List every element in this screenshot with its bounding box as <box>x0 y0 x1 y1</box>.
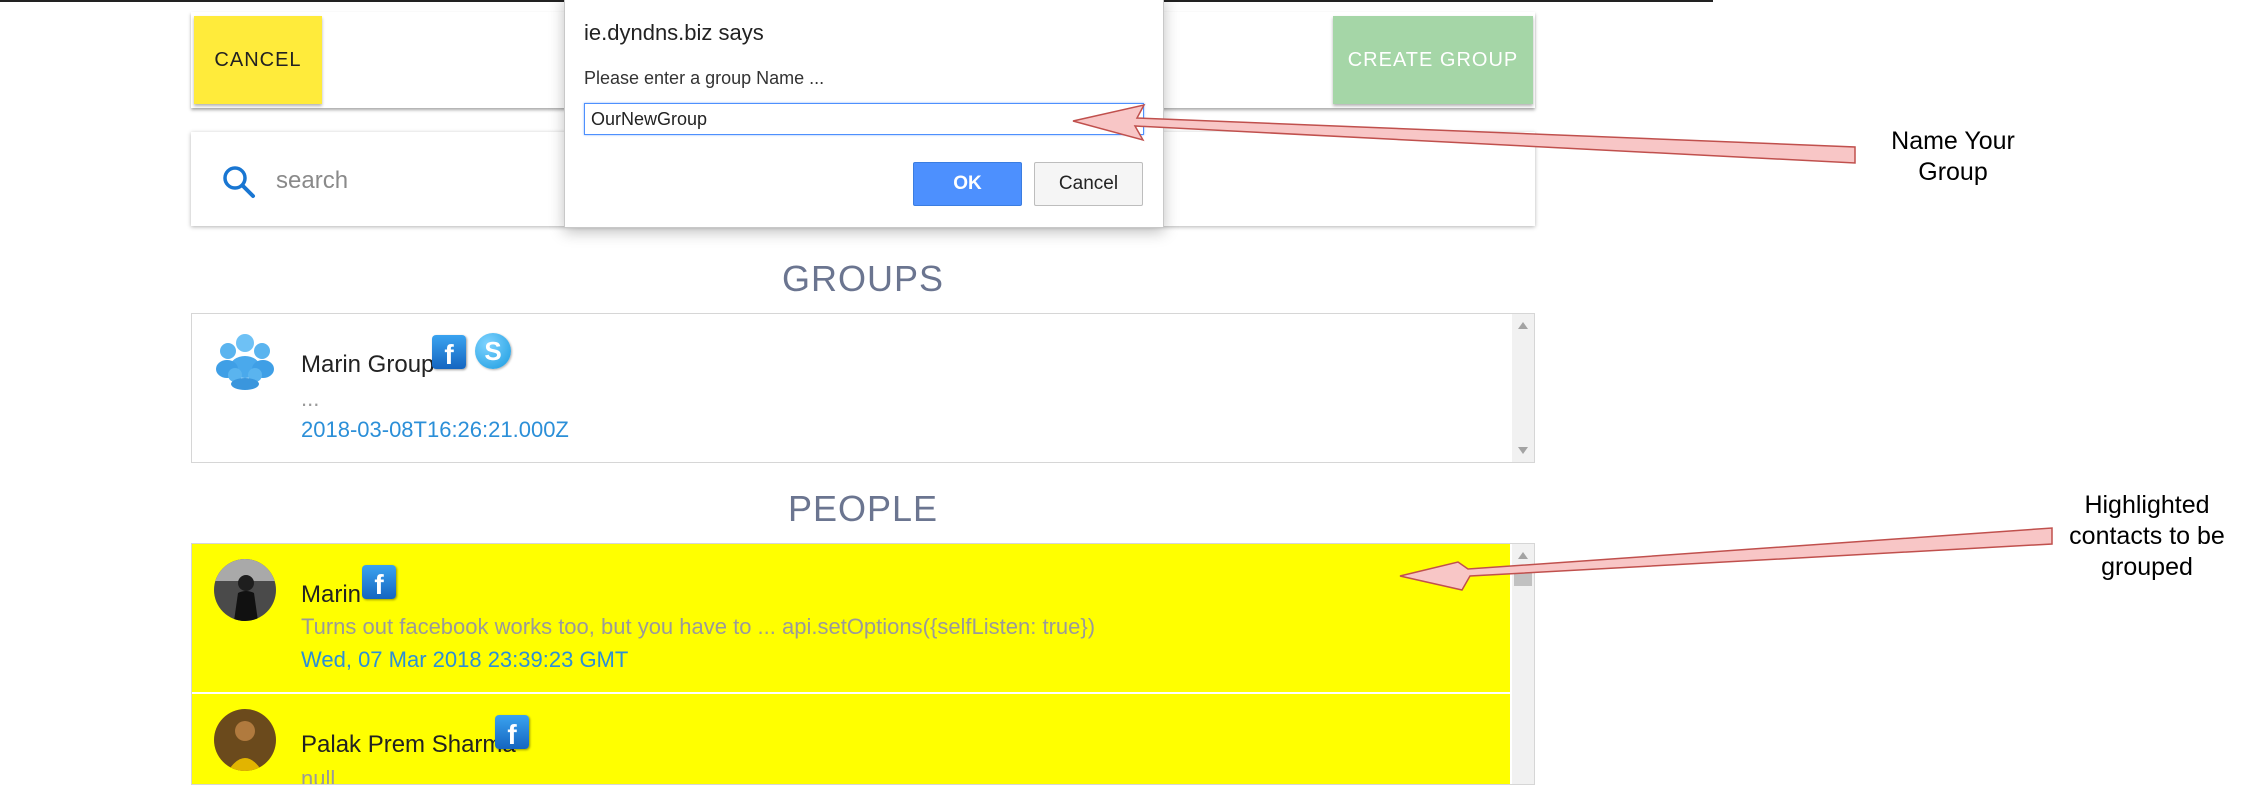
name-group-arrow <box>1072 103 1856 164</box>
highlight-annotation: Highlighted contacts to be grouped <box>2052 490 2242 583</box>
annotation-line: contacts to be <box>2069 522 2225 550</box>
annotation-line: Group <box>1918 158 1988 186</box>
annotation-line: Name Your <box>1891 127 2015 155</box>
annotation-arrows <box>1072 103 2053 591</box>
annotation-line: Highlighted <box>2084 491 2210 519</box>
highlight-arrow <box>1399 527 2053 591</box>
name-group-annotation: Name Your Group <box>1872 126 2034 188</box>
annotation-line: grouped <box>2101 553 2193 581</box>
